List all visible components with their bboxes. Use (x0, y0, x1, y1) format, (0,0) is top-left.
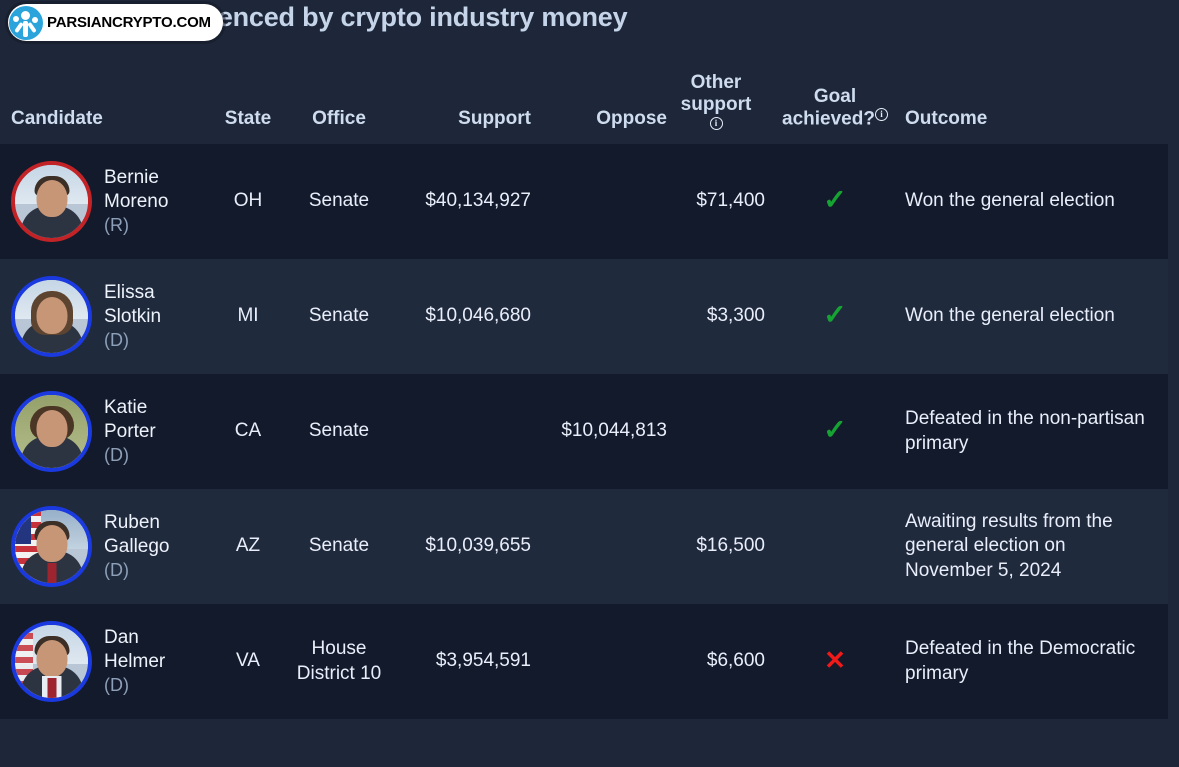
watermark-text: PARSIANCRYPTO.COM (47, 14, 211, 31)
cell-oppose (531, 259, 667, 374)
column-header-state[interactable]: State (212, 47, 284, 144)
cross-icon: ✕ (824, 644, 846, 675)
cell-support: $10,046,680 (425, 305, 531, 327)
column-header-other-support[interactable]: Other support i (667, 47, 765, 144)
candidate-first-name: Katie (104, 396, 148, 418)
cell-oppose (531, 604, 667, 719)
cell-support (394, 374, 531, 489)
candidate-party: (D) (104, 445, 129, 466)
candidate-name-block: Bernie Moreno (R) (104, 166, 168, 238)
cell-outcome: Defeated in the Democratic primary (905, 638, 1136, 684)
cell-state: MI (237, 305, 259, 327)
cell-office: House District 10 (296, 638, 382, 684)
cell-state: OH (233, 190, 263, 212)
cell-outcome: Defeated in the non-partisan primary (905, 408, 1145, 454)
avatar (11, 621, 92, 702)
cell-candidate: Dan Helmer (D) (0, 604, 212, 719)
right-edge-strip (1168, 0, 1179, 767)
check-icon: ✓ (823, 414, 847, 446)
table-row[interactable]: Ruben Gallego (D) AZ Senate $10,039,655 … (0, 489, 1168, 604)
title-band: Candidates influenced by crypto industry… (0, 0, 1179, 47)
cell-oppose (531, 144, 667, 259)
candidate-last-name: Porter (104, 420, 156, 442)
tree-circle-logo-icon (9, 5, 43, 40)
table-body: Bernie Moreno (R) OH Senate $40,134,927 … (0, 144, 1168, 719)
column-header-goal-achieved[interactable]: Goal achieved? i (765, 47, 905, 144)
cell-other-support: $3,300 (706, 305, 765, 327)
cell-goal-achieved: ✓ (765, 144, 905, 259)
candidate-name-block: Elissa Slotkin (D) (104, 281, 161, 353)
cell-other-support (667, 374, 765, 489)
table-row[interactable]: Katie Porter (D) CA Senate $10,044,813 ✓… (0, 374, 1168, 489)
cell-oppose: $10,044,813 (561, 420, 667, 442)
cell-goal-achieved: ✓ (765, 374, 905, 489)
candidate-party: (D) (104, 330, 129, 351)
cell-state: VA (236, 650, 260, 672)
cell-goal-achieved: ✕ (765, 604, 905, 719)
avatar (11, 276, 92, 357)
candidate-last-name: Moreno (104, 190, 169, 212)
cell-goal-achieved (765, 489, 905, 604)
table-row[interactable]: Elissa Slotkin (D) MI Senate $10,046,680… (0, 259, 1168, 374)
info-icon-other-support[interactable]: i (709, 117, 723, 130)
cell-other-support: $71,400 (696, 190, 765, 212)
candidate-first-name: Elissa (104, 281, 155, 303)
check-icon: ✓ (823, 299, 847, 331)
candidate-name-block: Dan Helmer (D) (104, 626, 165, 698)
watermark-badge: PARSIANCRYPTO.COM (8, 4, 223, 41)
page-root: Candidates influenced by crypto industry… (0, 0, 1179, 767)
table-header: Candidate State Office Support Oppose Ot… (0, 47, 1168, 144)
cell-office: Senate (308, 420, 370, 442)
avatar (11, 391, 92, 472)
candidate-party: (D) (104, 560, 129, 581)
cell-state: AZ (235, 535, 261, 557)
candidate-party: (R) (104, 215, 129, 236)
cell-support: $10,039,655 (425, 535, 531, 557)
table-row[interactable]: Dan Helmer (D) VA House District 10 $3,9… (0, 604, 1168, 719)
cell-oppose (531, 489, 667, 604)
candidates-table: Candidate State Office Support Oppose Ot… (0, 47, 1168, 719)
avatar (11, 161, 92, 242)
candidate-last-name: Gallego (104, 535, 170, 557)
cell-candidate: Elissa Slotkin (D) (0, 259, 212, 374)
cell-support: $40,134,927 (425, 190, 531, 212)
cell-other-support: $6,600 (706, 650, 765, 672)
candidate-first-name: Dan (104, 626, 139, 648)
candidate-name-block: Katie Porter (D) (104, 396, 156, 468)
candidate-last-name: Helmer (104, 650, 166, 672)
cell-outcome: Awaiting results from the general electi… (905, 511, 1113, 581)
table-row[interactable]: Bernie Moreno (R) OH Senate $40,134,927 … (0, 144, 1168, 259)
cell-other-support: $16,500 (696, 535, 765, 557)
cell-office: Senate (308, 190, 370, 212)
cell-support: $3,954,591 (435, 650, 531, 672)
header-row: Candidate State Office Support Oppose Ot… (0, 47, 1168, 144)
candidate-party: (D) (104, 675, 129, 696)
column-header-support[interactable]: Support (394, 47, 531, 144)
column-header-outcome[interactable]: Outcome (905, 47, 1168, 144)
candidate-last-name: Slotkin (104, 305, 162, 327)
cell-candidate: Ruben Gallego (D) (0, 489, 212, 604)
column-header-oppose[interactable]: Oppose (531, 47, 667, 144)
column-header-office[interactable]: Office (284, 47, 394, 144)
column-header-candidate[interactable]: Candidate (0, 47, 212, 144)
cell-goal-achieved: ✓ (765, 259, 905, 374)
info-icon-goal-achieved[interactable]: i (874, 107, 888, 121)
candidate-first-name: Ruben (104, 511, 160, 533)
cell-candidate: Bernie Moreno (R) (0, 144, 212, 259)
cell-office: Senate (308, 535, 370, 557)
cell-candidate: Katie Porter (D) (0, 374, 212, 489)
cell-office: Senate (308, 305, 370, 327)
cell-outcome: Won the general election (905, 305, 1115, 327)
check-icon: ✓ (823, 184, 847, 216)
cell-state: CA (234, 420, 262, 442)
candidate-first-name: Bernie (104, 166, 159, 188)
avatar (11, 506, 92, 587)
candidate-name-block: Ruben Gallego (D) (104, 511, 170, 583)
cell-outcome: Won the general election (905, 190, 1115, 212)
